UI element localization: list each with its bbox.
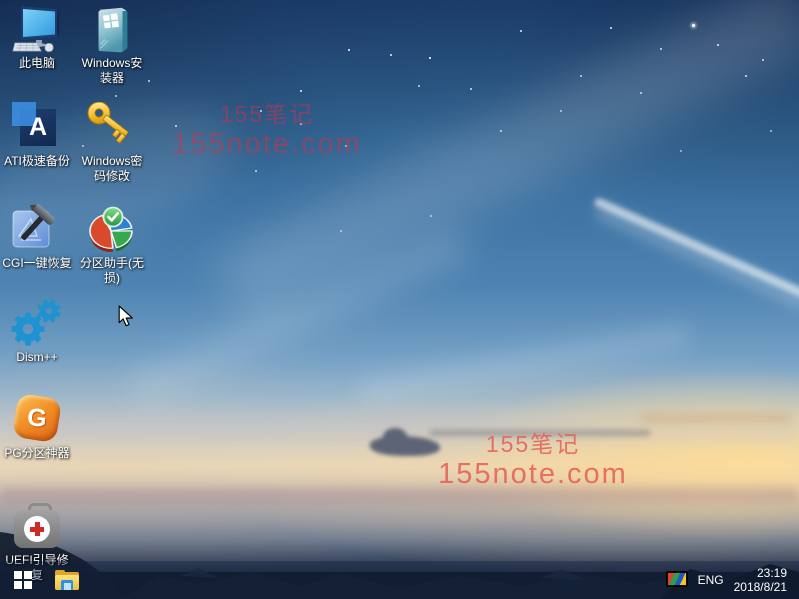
windows-installer-icon	[86, 4, 138, 54]
desktop-icon-windows-installer[interactable]: Windows安装器	[70, 4, 154, 86]
start-button[interactable]	[0, 561, 46, 599]
desktop-icon-label: ATI极速备份	[4, 154, 70, 168]
bright-star	[692, 24, 695, 27]
desktop-icon-this-pc[interactable]: 此电脑	[0, 4, 79, 71]
windows-start-icon	[14, 571, 32, 589]
desktop-icon-label: Windows安装器	[81, 56, 143, 85]
desktop-icon-dism[interactable]: Dism++	[0, 298, 79, 365]
windows-password-key-icon	[86, 101, 138, 152]
desktop-icon-label: 此电脑	[18, 56, 55, 70]
wallpaper	[0, 0, 799, 599]
desktop-icon-label: Windows密码修改	[81, 154, 143, 183]
stars	[0, 0, 2, 2]
pg-partition-icon: G	[11, 392, 63, 444]
clock-time: 23:19	[756, 566, 787, 580]
clock-date: 2018/8/21	[733, 580, 787, 594]
desktop-icon-label: PG分区神器	[4, 446, 70, 460]
language-indicator[interactable]: ENG	[698, 573, 724, 587]
ati-backup-icon: A	[11, 102, 63, 152]
folder-icon	[55, 570, 79, 590]
desktop-icon-label: CGI一键恢复	[2, 256, 72, 270]
desktop-icon-label: Dism++	[16, 350, 58, 364]
partition-assistant-icon	[86, 204, 138, 254]
clock[interactable]: 23:19 2018/8/21	[734, 566, 787, 594]
desktop-icon-pg-partition[interactable]: G PG分区神器	[0, 392, 79, 461]
mouse-cursor	[118, 305, 133, 327]
desktop-icon-partition-assistant[interactable]: 分区助手(无损)	[70, 204, 154, 286]
this-pc-icon	[11, 4, 63, 54]
ati-letter: A	[28, 113, 48, 141]
uefi-repair-icon	[11, 501, 63, 551]
dism-icon	[11, 298, 63, 348]
desktop-icon-cgi-recovery[interactable]: CGI一键恢复	[0, 203, 79, 271]
display-tray-icon[interactable]	[665, 570, 688, 590]
pg-letter: G	[25, 402, 49, 433]
desktop-icon-windows-password[interactable]: Windows密码修改	[70, 101, 154, 184]
desktop-icon-label: 分区助手(无损)	[80, 256, 144, 285]
taskbar: ENG 23:19 2018/8/21	[0, 561, 799, 599]
file-explorer-button[interactable]	[46, 561, 88, 599]
cgi-recovery-icon	[11, 203, 63, 254]
system-tray: ENG 23:19 2018/8/21	[665, 566, 787, 594]
desktop: 155笔记 155note.com 155笔记 155note.com 此电脑	[0, 0, 799, 599]
desktop-icon-ati-backup[interactable]: A ATI极速备份	[0, 102, 79, 169]
